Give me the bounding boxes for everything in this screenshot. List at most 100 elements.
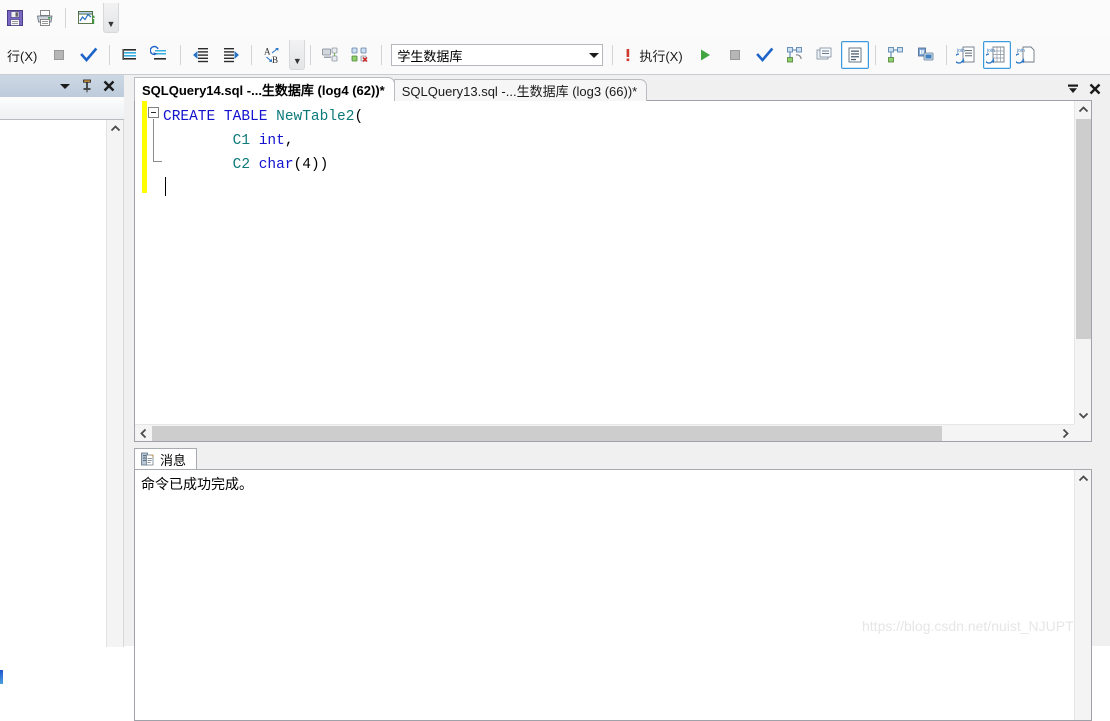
results-pane: 消息 命令已成功完成。 [134,446,1092,721]
code-token: (4)) [293,157,329,173]
debug-play-button[interactable] [691,41,719,69]
exclamation-icon [626,49,630,62]
editor-scroll-left-icon[interactable] [135,425,152,442]
analysis-chart-button[interactable] [72,4,100,32]
editor-scroll-corner [1074,424,1091,441]
include-actual-plan-button[interactable] [882,41,910,69]
left-panel-toolstrip [0,97,124,120]
collapse-region-toggle[interactable] [148,107,159,118]
outlining-bracket [153,119,162,162]
parse-query-button[interactable] [751,41,779,69]
results-vertical-scrollbar[interactable] [1074,470,1091,720]
panel-close-icon[interactable] [99,77,119,95]
editor-scroll-right-icon[interactable] [1057,425,1074,442]
toolbar-separator [310,45,312,65]
uncomment-button[interactable] [146,41,174,69]
chevron-down-icon[interactable] [585,45,602,65]
tabstrip-buttons [1062,79,1106,99]
text-caret [165,177,166,196]
save-button[interactable] [1,4,29,32]
results-to-grid-button[interactable] [840,41,869,69]
stop-button[interactable] [45,41,73,69]
decrease-indent-button[interactable] [187,41,215,69]
toolbar-separator [109,45,111,65]
toolbar-main-overflow-button[interactable]: ▼ [289,40,306,70]
display-estimated-plan-button[interactable] [781,41,809,69]
panel-pin-icon[interactable] [77,77,97,95]
results-to-text-button[interactable] [811,41,839,69]
toolbar-separator [180,45,182,65]
code-token: char [258,157,294,173]
database-selector-value: 学生数据库 [397,48,463,64]
editor-vertical-scrollbar[interactable] [1074,101,1091,424]
sql-code-text[interactable]: CREATE TABLE NewTable2( C1 int, C2 char(… [163,105,363,201]
toolbar-separator [945,45,947,65]
sql-editor-pane[interactable]: CREATE TABLE NewTable2( C1 int, C2 char(… [134,100,1092,442]
toolbar-separator [612,45,614,65]
code-token: int [258,133,285,149]
results-body[interactable]: 命令已成功完成。 [134,469,1092,721]
comment-button[interactable] [116,41,144,69]
sql-editor-surface[interactable]: CREATE TABLE NewTable2( C1 int, C2 char(… [135,101,1074,424]
tab-messages-label: 消息 [160,452,187,468]
results-tabstrip: 消息 [134,446,1092,469]
svg-text:A: A [264,46,271,56]
toolbar-separator [874,45,876,65]
outlining-gutter[interactable] [135,101,165,424]
svg-text:join: join [986,48,995,54]
code-line: C1 int, [163,129,363,153]
editor-vertical-scroll-thumb[interactable] [1076,119,1091,339]
database-selector[interactable]: 学生数据库 [391,44,604,66]
query-options-file-button[interactable]: join [1013,41,1041,69]
code-token: NewTable2 [276,109,355,125]
code-token: ( [354,109,364,125]
tab-list-dropdown-icon[interactable] [1062,79,1084,99]
left-panel-header [0,75,124,97]
panel-dropdown-icon[interactable] [55,77,75,95]
execute-truncated-label: 行(X) [7,48,38,64]
execute-truncated-button[interactable]: 行(X) [0,42,44,68]
toolbar-top: ▼ [0,0,1110,36]
toolbar-top-group: ▼ [0,0,119,36]
scroll-up-icon[interactable] [107,120,123,137]
tab-sqlquery14[interactable]: SQLQuery14.sql -...生数据库 (log4 (62))* [134,77,395,101]
left-tool-panel [0,75,124,684]
editor-scroll-up-icon[interactable] [1075,101,1091,118]
left-panel-selection-fragment [0,670,3,684]
messages-icon [141,452,154,466]
stop-execution-button[interactable] [721,41,749,69]
tab-sqlquery13[interactable]: SQLQuery13.sql -...生数据库 (log3 (66))* [393,79,648,101]
left-panel-body[interactable] [0,120,124,684]
toolbar-separator [65,8,66,28]
execute-button[interactable]: 执行(X) [618,42,689,68]
parse-check-button[interactable] [75,41,103,69]
print-button[interactable] [31,4,59,32]
editor-horizontal-scrollbar[interactable] [135,424,1074,441]
tab-messages[interactable]: 消息 [134,448,198,469]
svg-text:join: join [1016,48,1025,54]
tab-sqlquery13-label: SQLQuery13.sql -...生数据库 (log3 (66))* [401,84,638,99]
query-options-text-button[interactable]: join [953,41,981,69]
disconnect-button[interactable] [347,41,375,69]
code-token: CREATE TABLE [163,109,277,125]
find-replace-button[interactable]: A B [258,41,286,69]
connect-button[interactable] [317,41,345,69]
document-tabstrip: SQLQuery14.sql -...生数据库 (log4 (62))* SQL… [124,75,1110,101]
toolbar-separator [381,45,383,65]
include-client-statistics-button[interactable] [912,41,940,69]
code-token: C1 [232,133,259,149]
editor-horizontal-scroll-thumb[interactable] [152,425,942,441]
svg-text:B: B [272,55,278,65]
tab-sqlquery14-label: SQLQuery14.sql -...生数据库 (log4 (62))* [142,83,385,98]
increase-indent-button[interactable] [217,41,245,69]
toolbar-top-overflow-button[interactable]: ▼ [103,3,119,33]
query-options-grid-button[interactable]: join [982,41,1011,69]
tab-close-icon[interactable] [1084,79,1106,99]
results-scroll-up-icon[interactable] [1075,470,1091,487]
editor-scroll-down-icon[interactable] [1075,407,1092,424]
toolbar-main: 行(X) A B ▼ 学生数据库 执行(X) join join join [0,36,1110,75]
left-panel-scrollbar[interactable] [106,120,123,647]
